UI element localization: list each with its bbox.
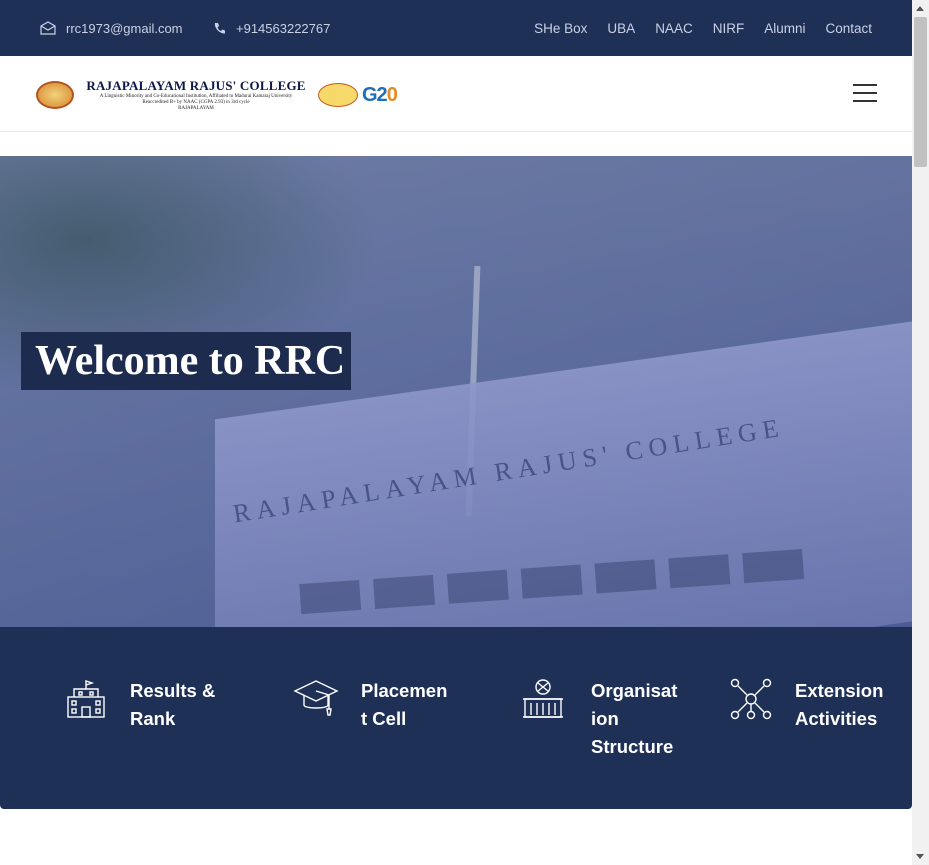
scroll-down-arrow-icon[interactable] (916, 854, 924, 859)
feature-label-line: Rank (130, 708, 176, 729)
school-building-icon (64, 677, 108, 721)
organisation-icon (521, 677, 565, 721)
phone-text: +914563222767 (236, 20, 331, 36)
g20-logo: G20 (362, 83, 398, 107)
feature-label-line: Placemen (361, 680, 448, 701)
college-logo[interactable]: RAJAPALAYAM RAJUS' COLLEGE A Linguistic … (36, 76, 408, 114)
feature-label-line: Results & (130, 680, 216, 701)
hamburger-bar (853, 92, 877, 94)
naac-link[interactable]: NAAC (655, 21, 693, 36)
g20-zero: 0 (386, 83, 398, 106)
college-seal-icon (36, 81, 74, 109)
phone-contact[interactable]: +914563222767 (213, 0, 330, 56)
feature-label: Results & Rank (130, 677, 215, 733)
email-contact[interactable]: rrc1973@gmail.com (40, 0, 183, 56)
top-bar: rrc1973@gmail.com +914563222767 SHe Box … (0, 0, 912, 56)
feature-organisation-structure[interactable]: Organisat ion Structure (521, 677, 677, 761)
feature-label-line: ion (591, 708, 619, 729)
feature-label-line: t Cell (361, 708, 407, 729)
network-icon (729, 677, 773, 721)
page-scrollbar[interactable] (912, 0, 929, 865)
anniversary-badge-icon (318, 83, 358, 107)
contact-link[interactable]: Contact (825, 21, 872, 36)
uba-link[interactable]: UBA (607, 21, 635, 36)
g20-main: G2 (362, 83, 388, 106)
alumni-link[interactable]: Alumni (764, 21, 805, 36)
scroll-up-arrow-icon[interactable] (916, 6, 924, 11)
feature-label-line: Organisat (591, 680, 678, 701)
features-band: Results & Rank Placemen t Cell Organisat… (0, 627, 912, 809)
hamburger-bar (853, 100, 877, 102)
feature-placement-cell[interactable]: Placemen t Cell (293, 677, 447, 733)
top-links: SHe Box UBA NAAC NIRF Alumni Contact (534, 0, 872, 56)
phone-icon (213, 22, 226, 35)
nirf-link[interactable]: NIRF (713, 21, 745, 36)
site-header: RAJAPALAYAM RAJUS' COLLEGE A Linguistic … (0, 56, 912, 132)
feature-label-line: Extension (795, 680, 884, 701)
menu-toggle-button[interactable] (853, 84, 877, 102)
feature-results-rank[interactable]: Results & Rank (64, 677, 215, 733)
college-location: RAJAPALAYAM (178, 106, 214, 111)
feature-label: Placemen t Cell (361, 677, 447, 733)
feature-label-line: Structure (591, 736, 674, 757)
hamburger-bar (853, 84, 877, 86)
feature-label-line: Activities (795, 708, 878, 729)
feature-extension-activities[interactable]: Extension Activities (729, 677, 883, 733)
feature-label: Extension Activities (795, 677, 883, 733)
college-name-block: RAJAPALAYAM RAJUS' COLLEGE A Linguistic … (78, 78, 314, 112)
scrollbar-thumb[interactable] (914, 17, 927, 167)
hero-title-box: Welcome to RRC (21, 332, 351, 390)
hero-banner: RAJAPALAYAM RAJUS' COLLEGE Welcome to RR… (0, 156, 912, 627)
she-box-link[interactable]: SHe Box (534, 21, 587, 36)
college-name: RAJAPALAYAM RAJUS' COLLEGE (86, 78, 306, 93)
envelope-icon (40, 21, 56, 35)
hero-title: Welcome to RRC (35, 338, 346, 384)
graduation-cap-icon (293, 677, 339, 721)
email-text: rrc1973@gmail.com (66, 20, 183, 36)
feature-label: Organisat ion Structure (591, 677, 677, 761)
